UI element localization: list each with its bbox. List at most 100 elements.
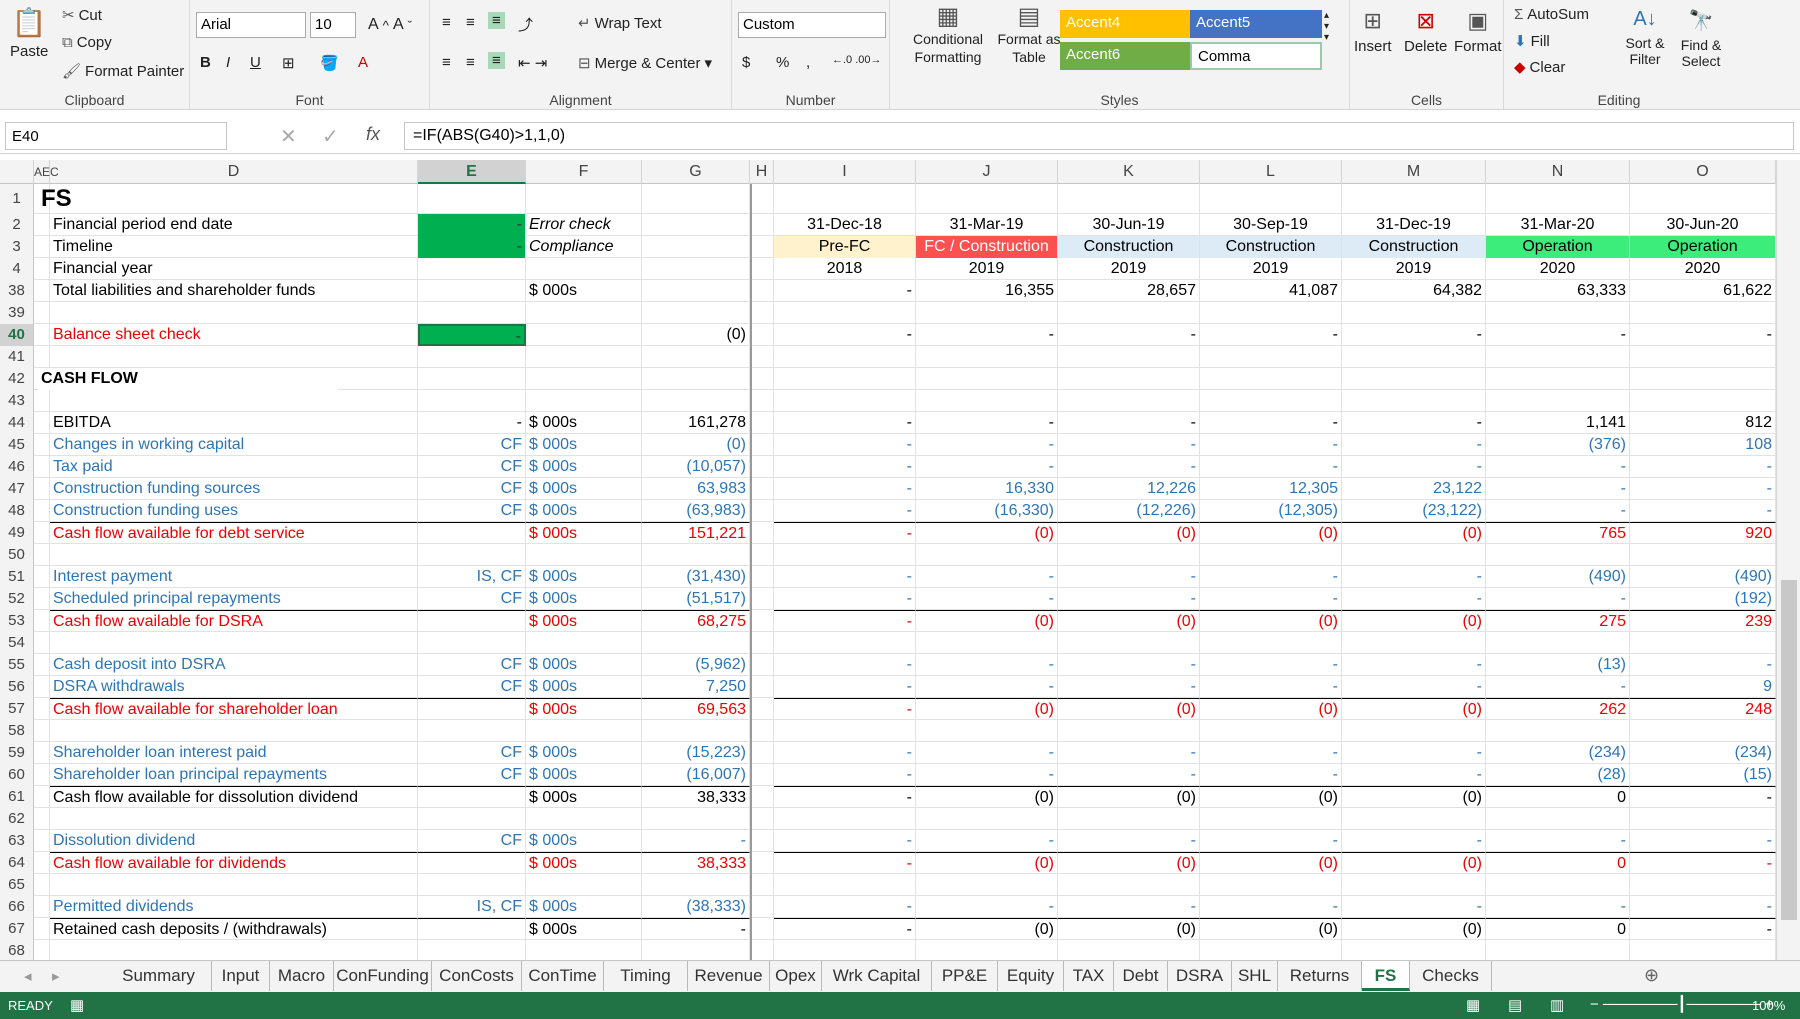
cell-nn-67[interactable]: 0 — [1486, 918, 1630, 940]
cell-k-64[interactable]: (0) — [1058, 852, 1200, 874]
cell-h-64[interactable] — [750, 852, 774, 874]
cell-g-49[interactable]: 151,221 — [642, 522, 750, 544]
cell-i-60[interactable]: - — [774, 764, 916, 786]
selected-cell-e40[interactable]: - — [418, 324, 526, 346]
cell-i-55[interactable]: - — [774, 654, 916, 676]
tab-prev-icon[interactable]: ◂ — [24, 967, 32, 985]
merge-center-button[interactable]: ⊟ Merge & Center ▾ — [578, 54, 712, 73]
cell-g-50[interactable] — [642, 544, 750, 566]
font-name-select[interactable]: Arial — [196, 12, 306, 38]
cell-g-38[interactable] — [642, 280, 750, 302]
cell-d-60[interactable]: Shareholder loan principal repayments — [50, 764, 418, 786]
tab-macro[interactable]: Macro — [270, 961, 334, 991]
cell-f-64[interactable]: $ 000s — [526, 852, 642, 874]
cell-f-66[interactable]: $ 000s — [526, 896, 642, 918]
cell-f-55[interactable]: $ 000s — [526, 654, 642, 676]
paste-button[interactable]: 📋 Paste — [10, 6, 48, 60]
scroll-thumb[interactable] — [1781, 580, 1797, 920]
bold-button[interactable]: B — [200, 54, 211, 71]
cell-k-58[interactable] — [1058, 720, 1200, 742]
cell-e-57[interactable] — [418, 698, 526, 720]
col-header-e[interactable]: E — [418, 160, 526, 184]
row-number[interactable]: 41 — [0, 346, 34, 368]
cell-k-39[interactable] — [1058, 302, 1200, 324]
cell-k-51[interactable]: - — [1058, 566, 1200, 588]
cell-m-1[interactable] — [1342, 184, 1486, 214]
cell-d-56[interactable]: DSRA withdrawals — [50, 676, 418, 698]
cell-l-65[interactable] — [1200, 874, 1342, 896]
cell-l-42[interactable] — [1200, 368, 1342, 390]
cell-c-41[interactable] — [34, 346, 50, 368]
cell-k-38[interactable]: 28,657 — [1058, 280, 1200, 302]
row-number[interactable]: 66 — [0, 896, 34, 918]
cell-m-45[interactable]: - — [1342, 434, 1486, 456]
cell-g-54[interactable] — [642, 632, 750, 654]
cell-m-42[interactable] — [1342, 368, 1486, 390]
cell-i-40[interactable]: - — [774, 324, 916, 346]
cell-c-44[interactable] — [34, 412, 50, 434]
autosum-button[interactable]: Σ AutoSum — [1514, 6, 1589, 23]
cell-k-43[interactable] — [1058, 390, 1200, 412]
cell-f-57[interactable]: $ 000s — [526, 698, 642, 720]
cell-h-62[interactable] — [750, 808, 774, 830]
insert-function-icon[interactable]: fx — [366, 124, 380, 145]
cell-nn-58[interactable] — [1486, 720, 1630, 742]
cell-j-2[interactable]: 31-Mar-19 — [916, 214, 1058, 236]
cell-l-50[interactable] — [1200, 544, 1342, 566]
cell-i-39[interactable] — [774, 302, 916, 324]
cell-j-64[interactable]: (0) — [916, 852, 1058, 874]
cell-d-50[interactable] — [50, 544, 418, 566]
cell-g-42[interactable] — [642, 368, 750, 390]
cell-l-47[interactable]: 12,305 — [1200, 478, 1342, 500]
cell-o-64[interactable]: - — [1630, 852, 1776, 874]
row-number[interactable]: 40 — [0, 324, 34, 346]
sheet-grid[interactable]: 1 FS 2 Financial period end date - Error chec… — [0, 184, 1776, 967]
cell-m-2[interactable]: 31-Dec-19 — [1342, 214, 1486, 236]
cell-d-61[interactable]: Cash flow available for dissolution divi… — [50, 786, 418, 808]
tab-returns[interactable]: Returns — [1278, 961, 1362, 991]
cell-g-40[interactable]: (0) — [642, 324, 750, 346]
cell-nn-54[interactable] — [1486, 632, 1630, 654]
cell-c-43[interactable] — [34, 390, 50, 412]
cell-g-66[interactable]: (38,333) — [642, 896, 750, 918]
cell-f-42[interactable] — [526, 368, 642, 390]
col-header-g[interactable]: G — [642, 160, 750, 184]
cell-m-59[interactable]: - — [1342, 742, 1486, 764]
cell-d-51[interactable]: Interest payment — [50, 566, 418, 588]
cell-d-48[interactable]: Construction funding uses — [50, 500, 418, 522]
cell-k-62[interactable] — [1058, 808, 1200, 830]
cell-g-51[interactable]: (31,430) — [642, 566, 750, 588]
cell-nn-1[interactable] — [1486, 184, 1630, 214]
cell-k-57[interactable]: (0) — [1058, 698, 1200, 720]
cell-m-44[interactable]: - — [1342, 412, 1486, 434]
cell-o-44[interactable]: 812 — [1630, 412, 1776, 434]
cell-c-59[interactable] — [34, 742, 50, 764]
cell-c-60[interactable] — [34, 764, 50, 786]
cell-j-41[interactable] — [916, 346, 1058, 368]
row-number[interactable]: 46 — [0, 456, 34, 478]
font-size-select[interactable]: 10 — [310, 12, 356, 38]
cell-k-46[interactable]: - — [1058, 456, 1200, 478]
cell-l-1[interactable] — [1200, 184, 1342, 214]
cell-c-45[interactable] — [34, 434, 50, 456]
cell-o-51[interactable]: (490) — [1630, 566, 1776, 588]
cell-c-47[interactable] — [34, 478, 50, 500]
styles-scroll[interactable]: ▴ ▾ ▾ — [1324, 10, 1329, 43]
cancel-icon[interactable]: ✕ — [280, 124, 297, 149]
cell-o-39[interactable] — [1630, 302, 1776, 324]
cell-g-59[interactable]: (15,223) — [642, 742, 750, 764]
cell-j-50[interactable] — [916, 544, 1058, 566]
cell-o-58[interactable] — [1630, 720, 1776, 742]
cell-o-45[interactable]: 108 — [1630, 434, 1776, 456]
cell-h-41[interactable] — [750, 346, 774, 368]
cell-k-54[interactable] — [1058, 632, 1200, 654]
wrap-text-button[interactable]: ↵ Wrap Text — [578, 14, 662, 33]
cell-d-67[interactable]: Retained cash deposits / (withdrawals) — [50, 918, 418, 940]
cell-h-66[interactable] — [750, 896, 774, 918]
cell-d-4[interactable]: Financial year — [50, 258, 418, 280]
new-sheet-icon[interactable]: ⊕ — [1644, 965, 1659, 986]
cell-e-4[interactable] — [418, 258, 526, 280]
cell-nn-4[interactable]: 2020 — [1486, 258, 1630, 280]
cell-o-67[interactable]: - — [1630, 918, 1776, 940]
cell-c-65[interactable] — [34, 874, 50, 896]
